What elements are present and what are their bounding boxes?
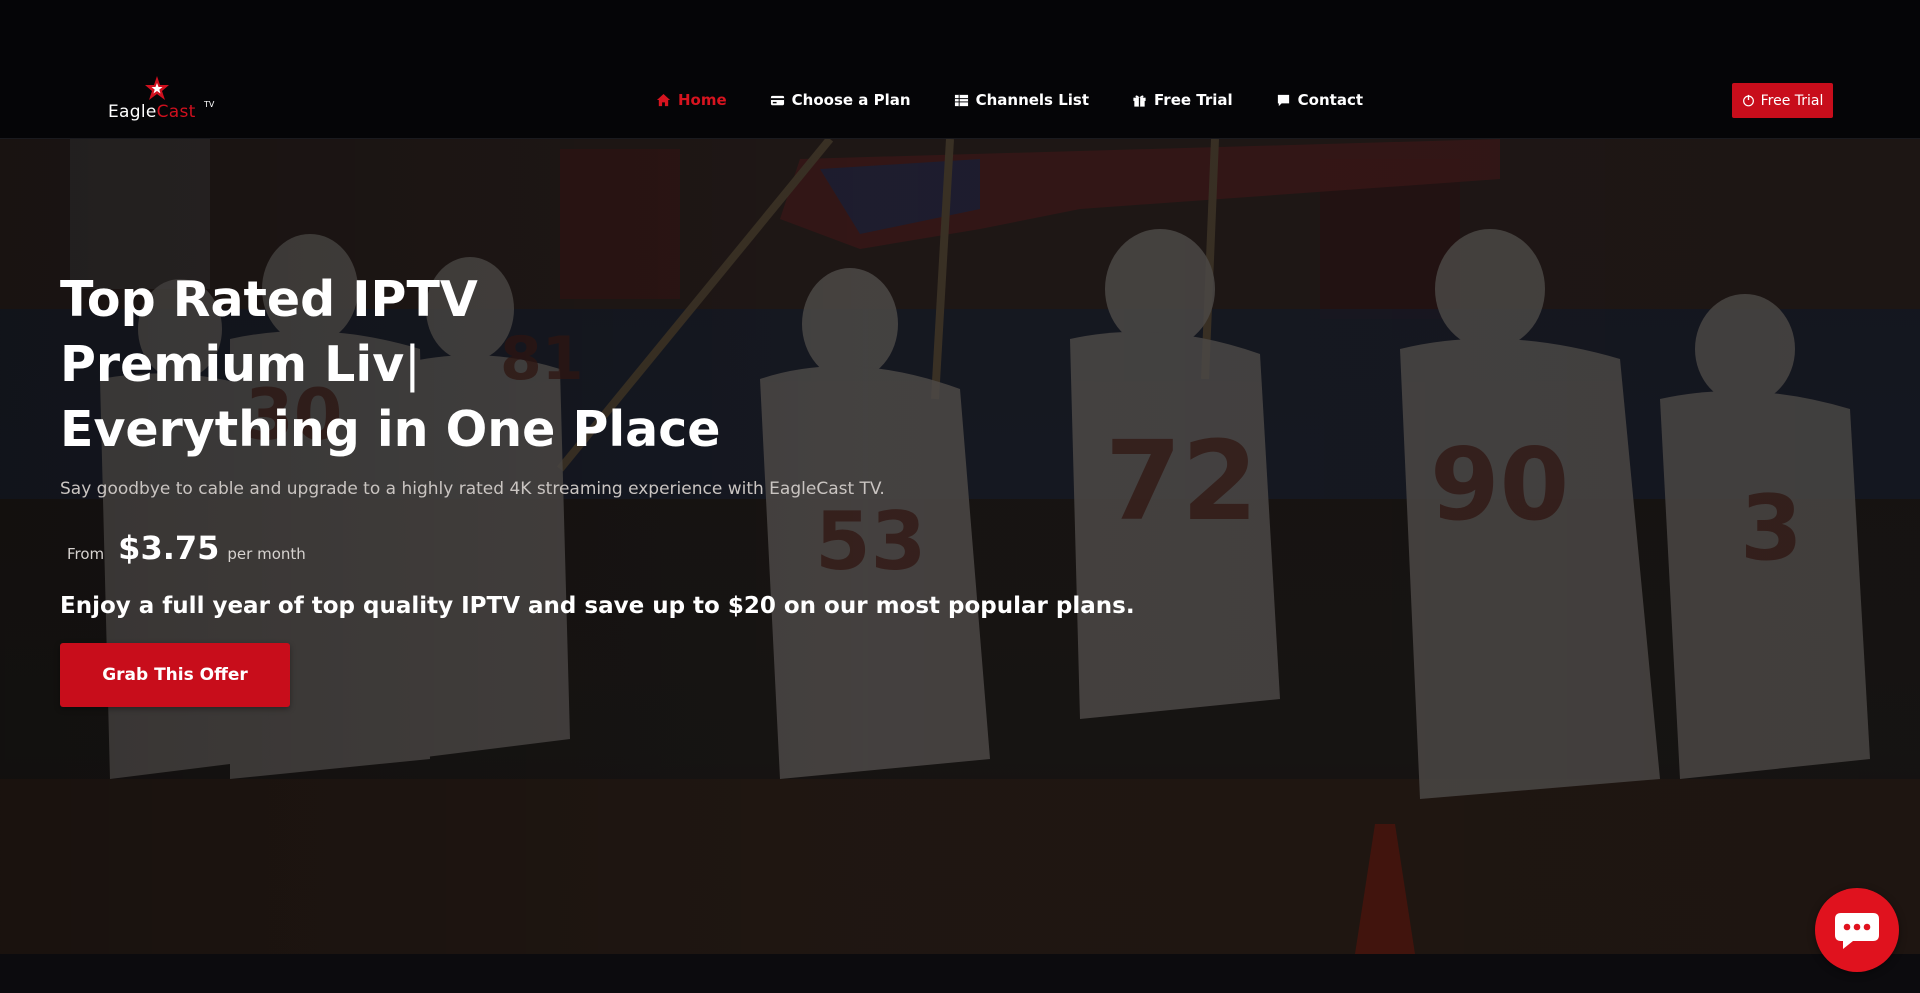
free-trial-header-button[interactable]: Free Trial xyxy=(1732,83,1833,118)
logo-text: EagleCast xyxy=(108,102,196,122)
price-from-label: From xyxy=(67,545,105,563)
price-per-month: per month xyxy=(227,545,306,563)
promo-text: Enjoy a full year of top quality IPTV an… xyxy=(60,593,1135,619)
nav-free-trial-label: Free Trial xyxy=(1154,91,1233,109)
nav-plan-label: Choose a Plan xyxy=(791,91,911,109)
hero-subtitle: Say goodbye to cable and upgrade to a hi… xyxy=(60,479,885,499)
nav-free-trial[interactable]: Free Trial xyxy=(1132,88,1233,112)
main-nav: Home Choose a Plan Channels List Free Tr… xyxy=(656,88,1406,112)
hero-title-line1: Top Rated IPTV xyxy=(60,271,478,328)
table-list-icon xyxy=(954,94,968,106)
grab-offer-button[interactable]: Grab This Offer xyxy=(60,643,290,707)
hero-title-line3: Everything in One Place xyxy=(60,401,721,458)
hero-title: Top Rated IPTV Premium Liv| Everything i… xyxy=(60,267,960,462)
chat-widget-button[interactable] xyxy=(1815,888,1899,972)
nav-home[interactable]: Home xyxy=(656,88,727,112)
comment-icon xyxy=(1277,94,1289,106)
hero-title-typed-word: Liv xyxy=(324,336,405,393)
nav-choose-a-plan[interactable]: Choose a Plan xyxy=(770,88,911,112)
nav-channels-label: Channels List xyxy=(975,91,1090,109)
gift-icon xyxy=(1133,95,1146,107)
home-icon xyxy=(656,93,671,106)
star-icon xyxy=(145,76,169,100)
credit-card-icon xyxy=(770,95,784,105)
hero-section: 53 72 90 3 30 81 Top Rated IPTV Premium … xyxy=(0,139,1920,954)
site-header: EagleCast TV Home Choose a Plan Channels… xyxy=(0,0,1920,139)
logo-text-eagle: Eagle xyxy=(108,102,157,122)
nav-contact-label: Contact xyxy=(1297,91,1364,109)
price-row: From $3.75 per month xyxy=(67,529,306,569)
chat-bubble-icon xyxy=(1835,913,1879,949)
eaglecast-logo[interactable]: EagleCast TV xyxy=(108,76,214,124)
power-icon xyxy=(1742,94,1754,107)
nav-channels-list[interactable]: Channels List xyxy=(954,88,1089,112)
hero-title-line2-plain: Premium xyxy=(60,336,325,393)
footer-strip xyxy=(0,954,1920,993)
price-amount: $3.75 xyxy=(118,529,220,567)
logo-tv-sup: TV xyxy=(204,100,215,109)
typing-cursor: | xyxy=(404,336,421,393)
free-trial-header-label: Free Trial xyxy=(1760,92,1824,109)
nav-contact[interactable]: Contact xyxy=(1276,88,1363,112)
nav-home-label: Home xyxy=(678,91,727,109)
logo-text-cast: Cast xyxy=(156,102,196,122)
